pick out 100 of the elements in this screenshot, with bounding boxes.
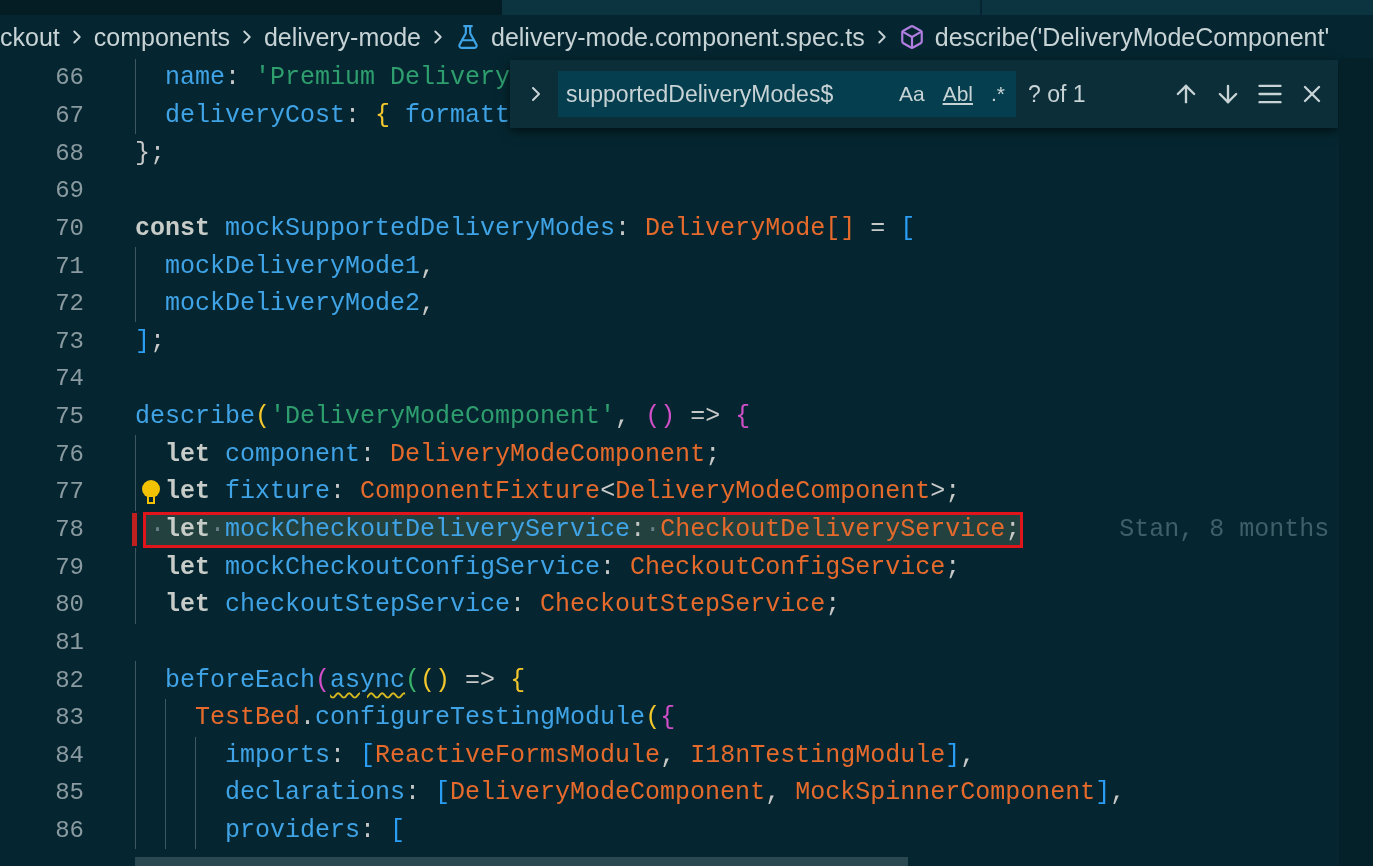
code-token: [ (360, 740, 376, 770)
code-token: }; (135, 138, 165, 168)
code-token: ; (945, 552, 961, 582)
code-token: , (420, 251, 436, 281)
code-token: CheckoutStepService (540, 590, 826, 620)
code-token: , (765, 778, 782, 808)
code-token: ] (945, 740, 961, 770)
code-token: : (510, 590, 527, 620)
blame-annotation: Stan, 8 months (1119, 515, 1330, 544)
code-token: ; (705, 439, 721, 469)
whitespace-dot: · (150, 515, 165, 544)
code-token: : (630, 515, 646, 544)
line-number: 81 (54, 628, 84, 656)
code-token: DeliveryModeComponent (450, 778, 766, 808)
code-token: DeliveryMode[] (645, 213, 856, 243)
line-number: 76 (54, 440, 84, 468)
code-token: let (165, 515, 211, 544)
line-number: 67 (54, 101, 84, 129)
whitespace-dot: · (210, 515, 226, 544)
line-number: 80 (54, 591, 84, 619)
code-token: ] (1095, 778, 1111, 808)
code-token: deliveryCost (165, 100, 346, 130)
code-token: checkoutStepService (225, 590, 511, 620)
code-token: { (660, 703, 676, 733)
code-token: , (660, 740, 677, 770)
line-number: 83 (54, 704, 84, 732)
code-token: DeliveryModeComponent (390, 439, 706, 469)
code-token: ReactiveFormsModule (375, 740, 661, 770)
code-token: mockCheckoutDeliveryService (225, 515, 631, 544)
code-token: I18nTestingModule (690, 740, 946, 770)
code-token: { (375, 100, 392, 130)
code-token: CheckoutDeliveryService (660, 515, 1006, 544)
line-number: 75 (54, 403, 84, 431)
code-token: : (615, 213, 632, 243)
code-token: ; (150, 326, 166, 356)
option-toggle[interactable]: Abl (939, 80, 976, 108)
code-token: providers (225, 816, 361, 846)
cube-icon (898, 24, 925, 50)
code-token: async (330, 665, 406, 695)
code-token: . (300, 703, 316, 733)
code-token: ( (405, 665, 421, 695)
code-token: ] (135, 326, 150, 356)
breadcrumb-item[interactable]: delivery-mode.component.spec.ts (491, 22, 865, 52)
breadcrumb-item[interactable]: components (93, 22, 230, 52)
code-token: = (869, 213, 887, 243)
line-number: 66 (54, 64, 84, 92)
whitespace-dot: · (645, 515, 661, 544)
code-token: : (225, 63, 242, 93)
flask-icon (455, 24, 481, 50)
code-token: 'Premium Delivery (255, 63, 511, 93)
code-token: : (330, 740, 347, 770)
code-token: , (420, 289, 436, 319)
code-token: ; (825, 590, 841, 620)
code-token: ComponentFixture (360, 477, 601, 507)
code-token: ( (255, 402, 271, 432)
code-token: { (735, 402, 751, 432)
line-number: 70 (54, 214, 84, 242)
line-number: 82 (54, 666, 84, 694)
match-count: ? of 1 (1028, 80, 1086, 108)
code-token: ( (645, 703, 661, 733)
code-token: , (615, 402, 632, 432)
breadcrumb-item[interactable]: delivery-mode (263, 22, 421, 52)
line-number: 77 (54, 478, 84, 506)
code-token: DeliveryModeComponent (615, 477, 931, 507)
code-token: ; (1005, 515, 1021, 544)
code-token: mockDeliveryMode1 (165, 251, 421, 281)
code-token: mockSupportedDeliveryModes (225, 213, 616, 243)
code-token: , (1110, 778, 1126, 808)
code-token: CheckoutConfigService (630, 552, 946, 582)
code-token: () (420, 665, 451, 695)
code-token: formatt (405, 100, 511, 130)
code-token: : (600, 552, 617, 582)
line-number: 85 (54, 779, 84, 807)
breadcrumb-item[interactable]: ckout (0, 22, 60, 52)
code-token: let (165, 552, 212, 582)
option-toggle[interactable]: Aa (895, 80, 928, 108)
line-number: 84 (54, 741, 84, 769)
line-number: 73 (54, 327, 84, 355)
breadcrumb-item[interactable]: describe('DeliveryModeComponent' (934, 22, 1330, 52)
code-token: [ (390, 816, 406, 846)
scrollbar[interactable] (135, 857, 908, 866)
code-token: let (165, 439, 212, 469)
code-token: >; (930, 477, 961, 507)
code-token: : (360, 439, 377, 469)
code-token: declarations (225, 778, 406, 808)
code-token: : (360, 816, 377, 846)
line-number: 71 (54, 252, 84, 280)
search-field[interactable]: supportedDeliveryModes$ Aa Abl .* (558, 71, 1016, 117)
option-toggle[interactable]: .* (988, 80, 1008, 108)
code-token: mockCheckoutConfigService (225, 552, 601, 582)
code-token: beforeEach (165, 665, 316, 695)
line-number: 72 (54, 290, 84, 318)
code-token: MockSpinnerComponent (795, 778, 1096, 808)
code-token: mockDeliveryMode2 (165, 289, 421, 319)
code-token: fixture (225, 477, 331, 507)
code-token: { (510, 665, 526, 695)
code-token: : (405, 778, 422, 808)
code-token: , (960, 740, 976, 770)
code-token: => (689, 402, 722, 432)
code-token: name (165, 63, 226, 93)
